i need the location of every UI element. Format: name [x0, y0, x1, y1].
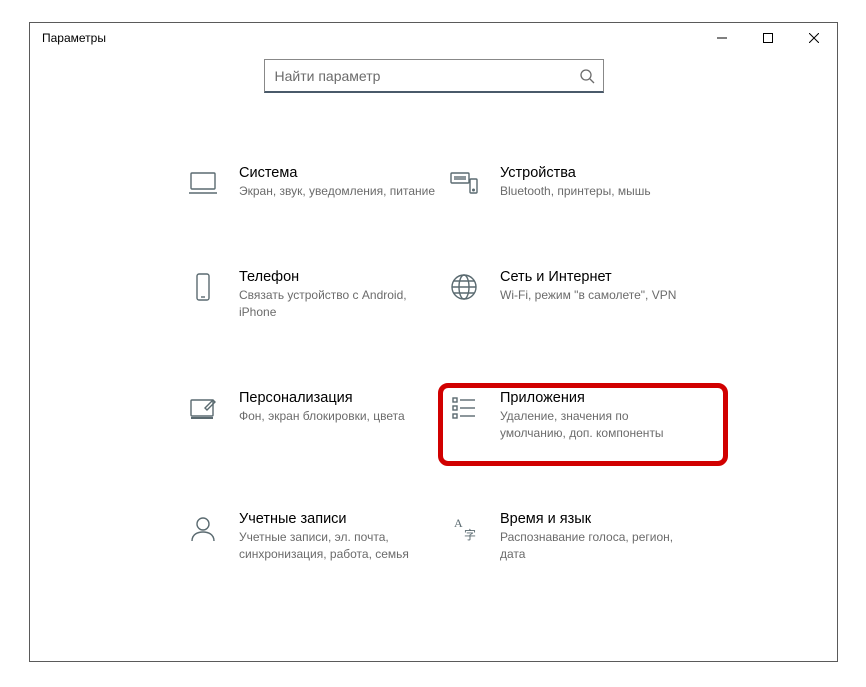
apps-icon [446, 390, 482, 426]
tile-title: Время и язык [500, 511, 697, 527]
time-language-icon: A 字 [446, 511, 482, 547]
personalization-icon [185, 390, 221, 426]
tile-title: Устройства [500, 165, 651, 181]
tile-body: Персонализация Фон, экран блокировки, цв… [239, 390, 405, 425]
content-area: Найти параметр Система Экран, звук, увед… [30, 53, 837, 569]
tile-system[interactable]: Система Экран, звук, уведомления, питани… [185, 159, 436, 207]
tile-title: Сеть и Интернет [500, 269, 676, 285]
search-placeholder: Найти параметр [273, 68, 579, 84]
tile-sub: Wi-Fi, режим "в самолете", VPN [500, 287, 676, 304]
tile-personalization[interactable]: Персонализация Фон, экран блокировки, цв… [185, 384, 436, 449]
tile-sub: Bluetooth, принтеры, мышь [500, 183, 651, 200]
svg-text:字: 字 [464, 527, 476, 542]
close-button[interactable] [791, 23, 837, 53]
window-title: Параметры [42, 31, 699, 45]
tile-body: Сеть и Интернет Wi-Fi, режим "в самолете… [500, 269, 676, 304]
tile-sub: Распознавание голоса, регион, дата [500, 529, 697, 564]
tile-sub: Фон, экран блокировки, цвета [239, 408, 405, 425]
accounts-icon [185, 511, 221, 547]
tile-body: Система Экран, звук, уведомления, питани… [239, 165, 435, 200]
tile-title: Телефон [239, 269, 436, 285]
titlebar: Параметры [30, 23, 837, 53]
tile-body: Учетные записи Учетные записи, эл. почта… [239, 511, 436, 564]
tile-body: Телефон Связать устройство с Android, iP… [239, 269, 436, 322]
tile-phone[interactable]: Телефон Связать устройство с Android, iP… [185, 263, 436, 328]
tile-network[interactable]: Сеть и Интернет Wi-Fi, режим "в самолете… [446, 263, 697, 328]
system-icon [185, 165, 221, 201]
network-icon [446, 269, 482, 305]
tile-devices[interactable]: Устройства Bluetooth, принтеры, мышь [446, 159, 697, 207]
tile-title: Персонализация [239, 390, 405, 406]
tile-body: Устройства Bluetooth, принтеры, мышь [500, 165, 651, 200]
tile-body: Приложения Удаление, значения по умолчан… [500, 390, 697, 443]
minimize-button[interactable] [699, 23, 745, 53]
tile-sub: Удаление, значения по умолчанию, доп. ко… [500, 408, 697, 443]
tile-apps[interactable]: Приложения Удаление, значения по умолчан… [446, 384, 697, 449]
devices-icon [446, 165, 482, 201]
window-controls [699, 23, 837, 53]
search-wrap: Найти параметр [170, 53, 697, 113]
tile-title: Приложения [500, 390, 697, 406]
tile-sub: Связать устройство с Android, iPhone [239, 287, 436, 322]
settings-window: Параметры Найти параметр [29, 22, 838, 662]
tile-sub: Экран, звук, уведомления, питание [239, 183, 435, 200]
search-input[interactable]: Найти параметр [264, 59, 604, 93]
settings-grid: Система Экран, звук, уведомления, питани… [170, 113, 697, 569]
phone-icon [185, 269, 221, 305]
search-icon [579, 68, 595, 84]
svg-text:A: A [454, 516, 463, 530]
tile-title: Система [239, 165, 435, 181]
tile-title: Учетные записи [239, 511, 436, 527]
tile-time-language[interactable]: A 字 Время и язык Распознавание голоса, р… [446, 505, 697, 570]
maximize-button[interactable] [745, 23, 791, 53]
tile-accounts[interactable]: Учетные записи Учетные записи, эл. почта… [185, 505, 436, 570]
tile-body: Время и язык Распознавание голоса, регио… [500, 511, 697, 564]
tile-sub: Учетные записи, эл. почта, синхронизация… [239, 529, 436, 564]
